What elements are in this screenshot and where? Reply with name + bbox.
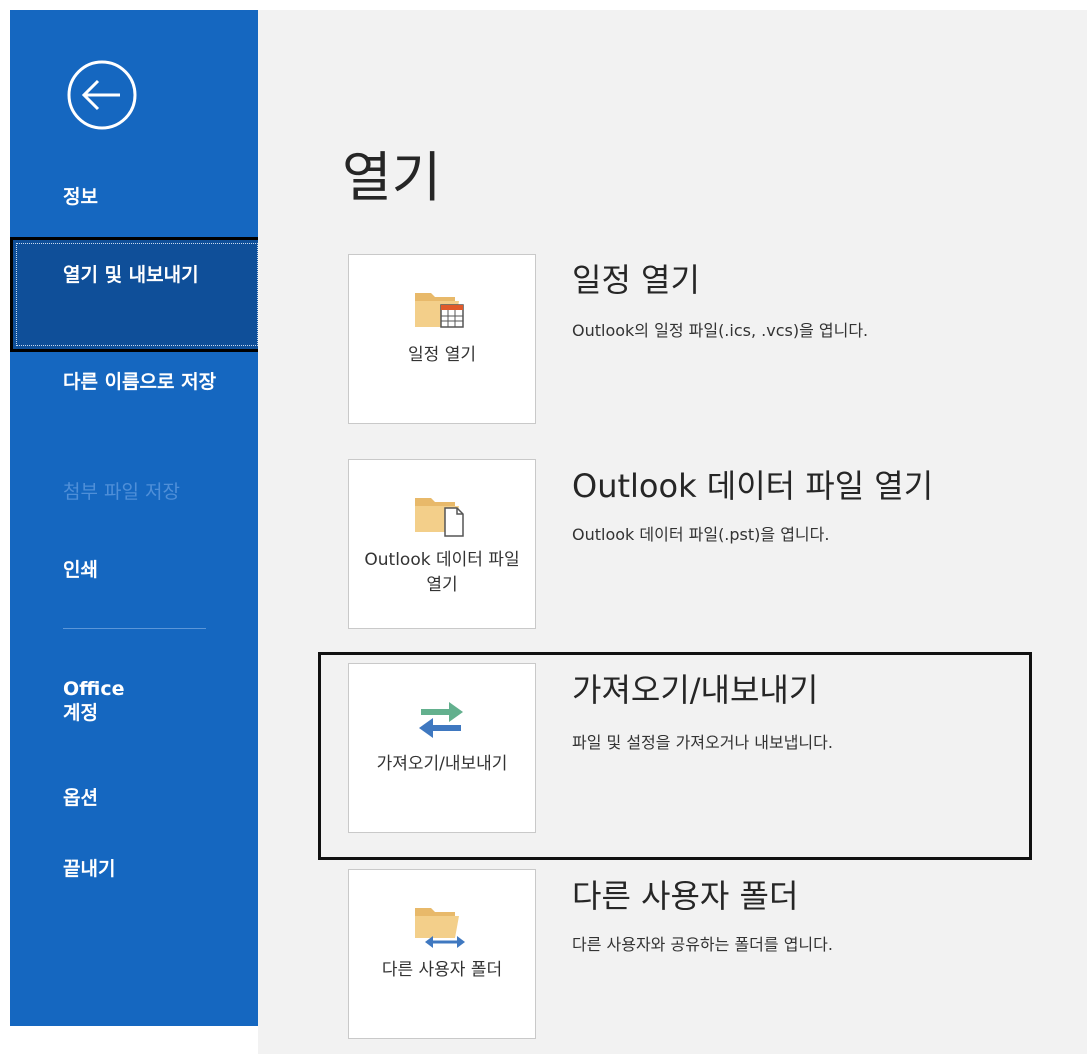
folder-calendar-icon [415,293,464,328]
folder-document-icon [415,498,464,537]
other-user-folder-card[interactable]: 다른 사용자 폴더 [348,869,536,1039]
backstage-sidebar: 정보 열기 및 내보내기 다른 이름으로 저장 첨부 파일 저장 인쇄 Offi… [10,10,264,1026]
nav-item-save-attachments[interactable]: 첨부 파일 저장 [10,480,258,510]
option-description: Outlook 데이터 파일(.pst)을 엽니다. [572,525,830,544]
top-strip [0,0,1087,10]
card-label: Outlook 데이터 파일 열기 [364,550,520,595]
outlook-backstage: 정보 열기 및 내보내기 다른 이름으로 저장 첨부 파일 저장 인쇄 Offi… [0,0,1087,1054]
back-button[interactable] [65,58,139,132]
bottom-strip [0,1026,258,1054]
card-label: 다른 사용자 폴더 [381,960,503,980]
option-title: Outlook 데이터 파일 열기 [572,467,934,505]
open-calendar-card[interactable]: 일정 열기 [348,254,536,424]
nav-item-print[interactable]: 인쇄 [10,558,258,588]
back-arrow-icon [67,60,137,130]
option-title: 다른 사용자 폴더 [572,877,799,915]
left-edge [0,0,10,1054]
option-description: Outlook의 일정 파일(.ics, .vcs)을 엽니다. [572,321,869,340]
option-description: 다른 사용자와 공유하는 폴더를 엽니다. [572,935,833,954]
selection-highlight [318,652,1032,860]
page-title: 열기 [342,146,442,209]
nav-item-options[interactable]: 옵션 [10,786,258,816]
backstage-main: 열기 일정 열기 일정 열기 Outlook의 일정 파일(.ics, .vcs… [258,10,1087,1054]
open-data-file-card[interactable]: Outlook 데이터 파일 열기 [348,459,536,629]
nav-item-office-account[interactable]: Office 계정 [10,677,258,737]
nav-item-info[interactable]: 정보 [10,185,258,215]
option-title: 일정 열기 [572,261,700,299]
sidebar-divider [63,628,206,629]
nav-item-save-as[interactable]: 다른 이름으로 저장 [10,370,258,430]
nav-item-open-export[interactable]: 열기 및 내보내기 [10,237,264,352]
shared-folder-icon [415,908,465,948]
nav-item-exit[interactable]: 끝내기 [10,857,258,887]
card-label: 일정 열기 [408,345,476,365]
